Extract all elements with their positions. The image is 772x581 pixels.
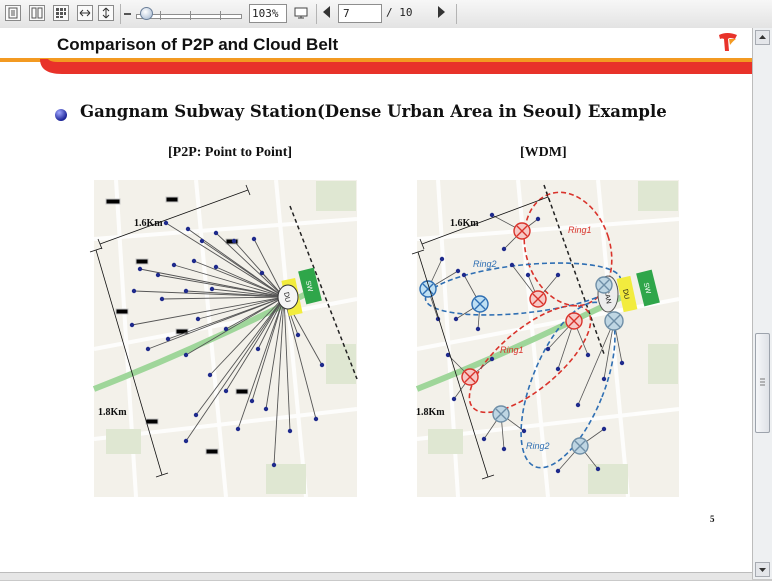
ring-label: Ring2 [473, 259, 497, 269]
ring2-node-icon [492, 405, 510, 423]
slide-title: Comparison of P2P and Cloud Belt [57, 35, 339, 54]
zoom-tick [190, 11, 191, 20]
viewer-toolbar: 103% 7 / 10 [0, 0, 772, 29]
ring1-node-icon [461, 368, 479, 386]
zoom-input[interactable]: 103% [249, 4, 287, 23]
screen-icon[interactable] [293, 5, 309, 21]
scroll-down-button[interactable] [755, 562, 770, 577]
ring2-node-icon [595, 276, 613, 294]
document-viewer[interactable]: Comparison of P2P and Cloud Belt Gangnam… [0, 28, 752, 572]
ring1-node-icon [565, 312, 583, 330]
wdm-map: DU SW SCAN Ring1 Ring1 Ring2 Ring2 1.6Km… [411, 179, 680, 498]
two-page-icon[interactable] [29, 5, 45, 21]
zoom-tick [220, 11, 221, 20]
scrollbar-thumb[interactable] [755, 333, 770, 433]
ring-label: Ring2 [526, 441, 550, 451]
ring1-node-icon [513, 222, 531, 240]
zoom-slider-thumb[interactable] [140, 7, 153, 20]
next-page-icon[interactable] [438, 6, 445, 18]
toolbar-separator [316, 4, 317, 24]
ring-label: Ring1 [568, 225, 592, 235]
vertical-scrollbar[interactable] [752, 28, 772, 579]
toolbar-separator [456, 4, 457, 24]
right-subtitle: [WDM] [520, 145, 567, 160]
distance-label: 1.6Km [450, 218, 479, 229]
ring2-node-icon [571, 437, 589, 455]
brand-logo [719, 33, 737, 51]
ring2-node-icon [604, 311, 624, 331]
distance-label: 1.8Km [416, 407, 445, 418]
distance-label: 1.6Km [134, 218, 163, 229]
page-number-input[interactable]: 7 [338, 4, 382, 23]
ring1-node-icon [529, 290, 547, 308]
scroll-up-button[interactable] [755, 30, 770, 45]
bullet-icon [55, 109, 67, 121]
left-subtitle: [P2P: Point to Point] [168, 145, 293, 160]
single-page-icon[interactable] [5, 5, 21, 21]
distance-label: 1.8Km [98, 407, 127, 418]
fit-height-icon[interactable] [98, 5, 114, 21]
slide-page-number: 5 [710, 514, 715, 524]
toolbar-separator [120, 4, 121, 24]
thumbnails-icon[interactable] [53, 5, 69, 21]
prev-page-icon[interactable] [323, 6, 330, 18]
slide-heading: Gangnam Subway Station(Dense Urban Area … [80, 102, 667, 121]
ring-label: Ring1 [500, 345, 524, 355]
page-total: / 10 [386, 6, 413, 19]
p2p-map: DU SW 1.6Km 1.8Km [89, 179, 358, 498]
zoom-out-icon[interactable] [124, 13, 131, 15]
ring2-node-icon [471, 295, 489, 313]
zoom-tick [160, 11, 161, 20]
fit-width-icon[interactable] [77, 5, 93, 21]
